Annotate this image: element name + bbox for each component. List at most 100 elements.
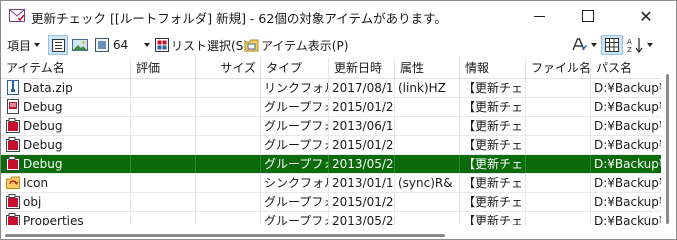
column-header-name[interactable]: アイテム名 bbox=[1, 58, 131, 78]
cell-name[interactable]: Properties bbox=[1, 212, 131, 225]
chevron-down-icon bbox=[647, 43, 653, 47]
cell-path: D:¥Backup¥ bbox=[594, 100, 661, 114]
item-name-label: Properties bbox=[23, 214, 84, 225]
cell-filename bbox=[526, 174, 591, 192]
item-name-label: Icon bbox=[23, 176, 49, 190]
svg-text:A: A bbox=[627, 38, 632, 46]
cell-name[interactable]: Debug bbox=[1, 98, 131, 116]
item-display-label: アイテム表示(P) bbox=[261, 38, 349, 53]
cell-type: グループフォル bbox=[261, 155, 329, 173]
cell-name[interactable]: Debug bbox=[1, 136, 131, 154]
item-name-label: Debug bbox=[23, 119, 63, 133]
column-header-rating[interactable]: 評価 bbox=[131, 58, 196, 78]
column-header-type[interactable]: タイプ bbox=[261, 58, 329, 78]
grid-lines-button[interactable] bbox=[601, 35, 623, 55]
cell-name[interactable]: Debug bbox=[1, 155, 131, 173]
item-list: Data.zipリンクフォルダ2017/08/13 ((link)HZ【更新チェ… bbox=[1, 79, 661, 225]
cell-path: D:¥Backup¥ bbox=[594, 214, 661, 225]
debug-group-icon bbox=[6, 156, 20, 171]
mail-check-icon bbox=[9, 9, 25, 22]
sort-button[interactable]: A Z bbox=[627, 35, 653, 55]
list-select-label: リスト選択(S) bbox=[171, 38, 248, 53]
item-name-label: Debug bbox=[23, 138, 63, 152]
font-color-icon bbox=[572, 38, 587, 51]
list-select-button[interactable]: リスト選択(S) bbox=[155, 35, 248, 55]
cell-size bbox=[196, 193, 261, 211]
details-view-button[interactable] bbox=[48, 35, 68, 55]
column-header-attributes[interactable]: 属性 bbox=[395, 58, 460, 78]
cell-attributes bbox=[395, 155, 460, 173]
cell-modified: 2013/05/21 ( bbox=[329, 212, 395, 225]
cell-name[interactable]: Icon bbox=[1, 174, 131, 192]
column-header-path[interactable]: パス名 bbox=[591, 58, 661, 78]
item-name-label: Debug bbox=[23, 100, 63, 114]
cell-modified: 2015/01/23 ( bbox=[329, 98, 395, 116]
cell-info: 【更新チェック bbox=[460, 117, 526, 135]
horizontal-scrollbar[interactable] bbox=[1, 228, 661, 239]
cell-filename bbox=[526, 79, 591, 97]
maximize-button[interactable] bbox=[568, 1, 608, 31]
icon-size-button[interactable]: 64 bbox=[95, 35, 128, 55]
close-button[interactable]: ✕ bbox=[626, 1, 666, 31]
svg-text:Z: Z bbox=[627, 46, 632, 53]
chevron-down-icon bbox=[591, 43, 597, 47]
details-list-icon bbox=[51, 38, 65, 52]
cell-rating bbox=[131, 193, 196, 211]
table-row[interactable]: Properties グループフォル2013/05/21 (【更新チェック D:¥B… bbox=[1, 212, 661, 225]
cell-info: 【更新チェック bbox=[460, 193, 526, 211]
cell-filename bbox=[526, 98, 591, 116]
table-row[interactable]: Debug グループフォル2013/06/12 ! 【更新チェック D:¥Backup… bbox=[1, 117, 661, 136]
cell-attributes: (sync)R& bbox=[395, 174, 460, 192]
vertical-scrollbar[interactable] bbox=[661, 58, 676, 228]
cell-info: 【更新チェック bbox=[460, 136, 526, 154]
item-menu-button[interactable]: 項目 bbox=[7, 35, 41, 55]
cell-rating bbox=[131, 136, 196, 154]
cell-path: D:¥Backup¥ bbox=[594, 119, 661, 133]
column-header-filename[interactable]: ファイル名 bbox=[526, 58, 591, 78]
vertical-scroll-thumb[interactable] bbox=[666, 74, 669, 224]
cell-filename bbox=[526, 117, 591, 135]
cell-rating bbox=[131, 117, 196, 135]
cell-attributes bbox=[395, 136, 460, 154]
table-row[interactable]: Data.zip リンクフォルダ2017/08/13 ((link)HZ【更新チェ… bbox=[1, 79, 661, 98]
table-row[interactable]: Debug グループフォル2015/01/23 (【更新チェック D:¥Backup… bbox=[1, 136, 661, 155]
size-dropdown-button[interactable] bbox=[141, 35, 150, 55]
cell-rating bbox=[131, 212, 196, 225]
cell-name[interactable]: Data.zip bbox=[1, 79, 131, 97]
column-header-info[interactable]: 情報 bbox=[460, 58, 526, 78]
cell-name[interactable]: Debug bbox=[1, 117, 131, 135]
title-bar[interactable]: 更新チェック [[ルートフォルダ] 新規] - 62個の対象アイテムがあります。… bbox=[1, 1, 676, 31]
table-row[interactable]: Icon シンクフォルダ2013/01/13 ((sync)R&【更新チェック D:… bbox=[1, 174, 661, 193]
minimize-icon bbox=[533, 15, 545, 17]
cell-attributes bbox=[395, 98, 460, 116]
cell-modified: 2017/08/13 ( bbox=[329, 79, 395, 97]
cell-type: グループフォル bbox=[261, 117, 329, 135]
toolbar: 項目 64 リスト選択(S) アイテム表示(P) A Z bbox=[1, 32, 676, 58]
minimize-button[interactable] bbox=[519, 1, 559, 31]
cell-filename bbox=[526, 136, 591, 154]
cell-modified: 2013/01/13 ( bbox=[329, 174, 395, 192]
cell-path: D:¥Backup¥ bbox=[594, 138, 661, 152]
column-header-size[interactable]: サイズ bbox=[196, 58, 261, 78]
table-row[interactable]: Debug グループフォル2015/01/23 (【更新チェック D:¥Backup… bbox=[1, 98, 661, 117]
item-display-icon bbox=[244, 39, 259, 51]
cell-name[interactable]: obj bbox=[1, 193, 131, 211]
debug-file-icon bbox=[7, 99, 19, 114]
item-display-button[interactable]: アイテム表示(P) bbox=[244, 35, 348, 55]
table-row[interactable]: obj グループフォル2015/01/23 (【更新チェック D:¥Backup¥ bbox=[1, 193, 661, 212]
cell-modified: 2015/01/23 ( bbox=[329, 136, 395, 154]
picture-icon bbox=[72, 39, 88, 51]
icon-grid-icon bbox=[95, 38, 109, 52]
horizontal-scroll-thumb[interactable] bbox=[5, 234, 445, 237]
cell-size bbox=[196, 98, 261, 116]
cell-rating bbox=[131, 174, 196, 192]
column-header-modified[interactable]: 更新日時 bbox=[329, 58, 395, 78]
item-name-label: Data.zip bbox=[23, 81, 73, 95]
cell-filename bbox=[526, 212, 591, 225]
cell-filename bbox=[526, 193, 591, 211]
table-row[interactable]: Debug グループフォル2013/05/21 (【更新チェック D:¥Backup… bbox=[1, 155, 661, 174]
thumbnail-view-button[interactable] bbox=[72, 35, 88, 55]
cell-size bbox=[196, 136, 261, 154]
font-style-button[interactable] bbox=[571, 35, 597, 55]
cell-rating bbox=[131, 79, 196, 97]
